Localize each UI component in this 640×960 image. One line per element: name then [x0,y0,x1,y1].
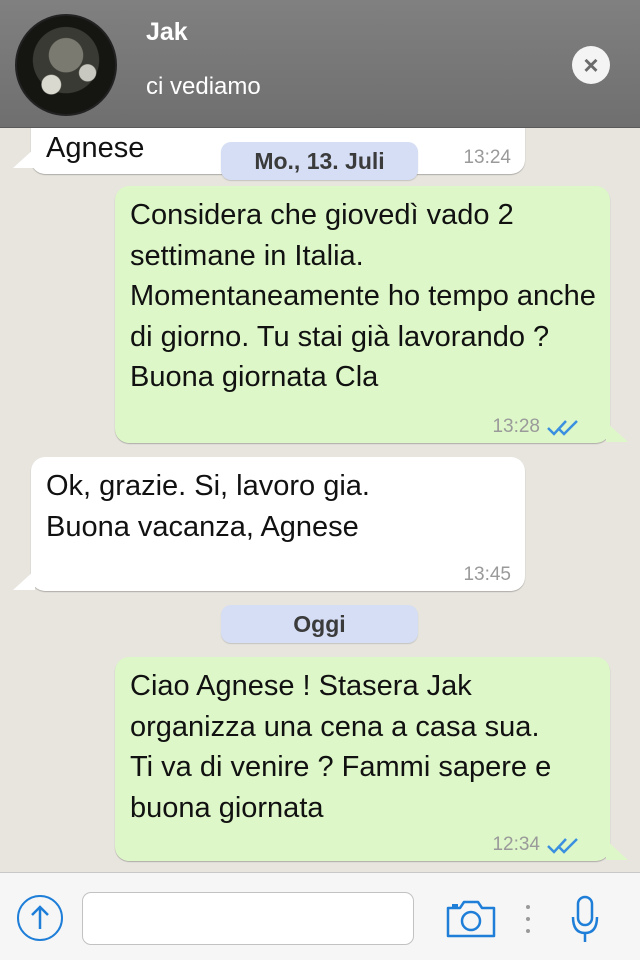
close-button-label: × [583,50,599,80]
message-time: 13:45 [463,564,511,585]
message-incoming[interactable]: Ok, grazie. Si, lavoro gia. Buona vacanz… [31,457,525,591]
date-separator-label: Mo., 13. Juli [254,148,385,174]
camera-icon[interactable] [445,899,497,939]
message-input[interactable] [82,892,414,945]
chat-area[interactable]: Agnese 13:24 Mo., 13. Juli Considera che… [0,0,640,872]
message-text: Considera che giovedì vado 2 settimane i… [130,199,596,393]
message-text: Ciao Agnese ! Stasera Jak organizza una … [130,670,552,824]
double-check-icon [547,838,578,854]
more-dots-icon [526,905,530,933]
bubble-tail [13,148,35,168]
message-time: 13:24 [463,147,511,168]
avatar[interactable] [15,14,117,116]
message-outgoing[interactable]: Ciao Agnese ! Stasera Jak organizza una … [115,657,610,861]
double-check-icon [547,420,578,436]
bubble-tail [606,422,628,442]
date-separator-label: Oggi [293,611,346,637]
chat-header[interactable]: Jak ci vediamo × [0,0,640,128]
message-time: 12:34 [492,834,540,855]
contact-status: ci vediamo [146,73,261,100]
bubble-tail [13,570,35,590]
message-outgoing[interactable]: Considera che giovedì vado 2 settimane i… [115,186,610,443]
microphone-icon[interactable] [570,895,600,945]
date-separator: Oggi [221,605,418,643]
message-text: Ok, grazie. Si, lavoro gia. Buona vacanz… [46,470,370,543]
contact-name[interactable]: Jak [146,18,188,47]
share-button[interactable] [17,895,63,941]
close-icon[interactable]: × [572,46,610,84]
date-separator: Mo., 13. Juli [221,142,418,180]
message-time: 13:28 [492,416,540,437]
arrow-up-circle-icon [31,905,49,929]
bubble-tail [606,840,628,860]
message-input-bar [0,872,640,960]
message-text: Agnese [46,132,145,164]
